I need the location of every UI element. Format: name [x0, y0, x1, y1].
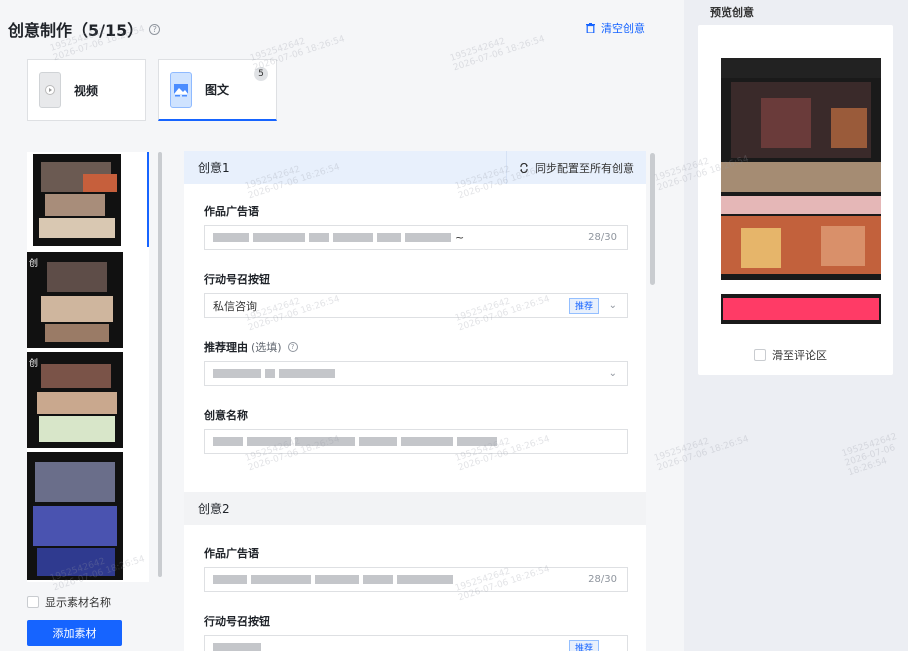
- show-material-name-toggle[interactable]: 显示素材名称: [27, 594, 111, 610]
- ad-slogan-label-text: 作品广告语: [204, 547, 259, 560]
- creative-2-header: 创意2: [184, 492, 646, 525]
- sync-config-button[interactable]: 同步配置至所有创意: [506, 151, 646, 184]
- ad-slogan-label: 作品广告语: [204, 203, 259, 219]
- help-icon[interactable]: ?: [287, 342, 298, 352]
- ad-slogan-input[interactable]: ~ 28/30: [204, 225, 628, 250]
- material-item[interactable]: [27, 452, 123, 580]
- trash-icon: [586, 23, 595, 33]
- reason-label-text: 推荐理由: [204, 341, 248, 354]
- reason-optional-text: (选填): [251, 341, 282, 354]
- creative-editor: 创意制作（5/15） ? 清空创意 视频 图文 5 创 创 显示素材名称 添加素…: [0, 0, 684, 651]
- help-icon[interactable]: ?: [149, 23, 161, 35]
- creative-name-label-text: 创意名称: [204, 409, 248, 422]
- clear-creatives-label: 清空创意: [601, 22, 645, 35]
- add-material-button[interactable]: 添加素材: [27, 620, 122, 646]
- cta-label: 行动号召按钮: [204, 613, 270, 629]
- show-material-name-checkbox[interactable]: [27, 596, 39, 608]
- sync-config-label: 同步配置至所有创意: [535, 161, 634, 175]
- preview-screen: [721, 58, 881, 361]
- ad-slogan-counter: 28/30: [588, 574, 617, 585]
- form-scrollbar[interactable]: [650, 153, 655, 285]
- watermark: 1952542642 2026-07-06 18:26:54: [840, 431, 899, 478]
- recommend-tag: 推荐: [568, 639, 599, 651]
- reason-label: 推荐理由 (选填) ?: [204, 339, 298, 355]
- material-label: 创: [29, 359, 39, 369]
- creative-form: 创意1 同步配置至所有创意 作品广告语 ~ 28/30 行动号召按钮 私信咨询 …: [184, 151, 646, 651]
- cta-label-text: 行动号召按钮: [204, 273, 270, 286]
- tab-video-label: 视频: [74, 83, 99, 98]
- slide-to-comment-checkbox[interactable]: [754, 349, 766, 361]
- slide-to-comment-label: 滑至评论区: [772, 349, 827, 362]
- ad-slogan-suffix: ~: [455, 231, 465, 244]
- material-item[interactable]: 创: [27, 352, 123, 448]
- ad-slogan-input[interactable]: 28/30: [204, 567, 628, 592]
- page-title-text: 创意制作（5/15）: [8, 21, 144, 40]
- material-label: 创: [29, 259, 39, 269]
- ad-slogan-label: 作品广告语: [204, 545, 259, 561]
- tab-graphic[interactable]: 图文 5: [158, 59, 277, 121]
- tab-graphic-label: 图文: [205, 83, 230, 97]
- creative-name-input[interactable]: [204, 429, 628, 454]
- show-material-name-label: 显示素材名称: [45, 596, 111, 609]
- material-item[interactable]: 创: [27, 252, 123, 348]
- ad-slogan-label-text: 作品广告语: [204, 205, 259, 218]
- preview-title: 预览创意: [710, 6, 754, 19]
- preview-panel: 预览创意 滑至评论区 1952542642 2026-07-06 18:26:54…: [653, 0, 908, 651]
- cta-value: 私信咨询: [213, 299, 257, 313]
- reason-select[interactable]: ⌄: [204, 361, 628, 386]
- recommend-tag: 推荐: [568, 297, 599, 314]
- image-icon: [170, 71, 192, 108]
- tab-video[interactable]: 视频: [27, 59, 146, 121]
- page-title: 创意制作（5/15） ?: [8, 17, 161, 41]
- clear-creatives-button[interactable]: 清空创意: [586, 20, 645, 36]
- creative-name-label: 创意名称: [204, 407, 248, 423]
- slide-to-comment-toggle[interactable]: 滑至评论区: [754, 347, 827, 363]
- sync-icon: [520, 162, 528, 173]
- creative-2-title: 创意2: [198, 502, 230, 516]
- creative-1-title: 创意1: [198, 161, 230, 175]
- chevron-down-icon: ⌄: [608, 300, 617, 311]
- phone-preview: [698, 25, 893, 375]
- cta-select[interactable]: 推荐: [204, 635, 628, 651]
- count-badge: 5: [254, 67, 268, 81]
- cta-select[interactable]: 私信咨询 推荐 ⌄: [204, 293, 628, 318]
- watermark: 1952542642 2026-07-06 18:26:54: [448, 34, 547, 74]
- chevron-down-icon: ⌄: [608, 368, 617, 379]
- cta-label-text: 行动号召按钮: [204, 615, 270, 628]
- material-list: 创 创: [27, 152, 149, 582]
- material-selected-indicator: [27, 152, 149, 247]
- cta-label: 行动号召按钮: [204, 271, 270, 287]
- ad-slogan-counter: 28/30: [588, 232, 617, 243]
- creative-1-header: 创意1 同步配置至所有创意: [184, 151, 646, 184]
- video-icon: [39, 72, 61, 108]
- material-scrollbar[interactable]: [158, 152, 162, 577]
